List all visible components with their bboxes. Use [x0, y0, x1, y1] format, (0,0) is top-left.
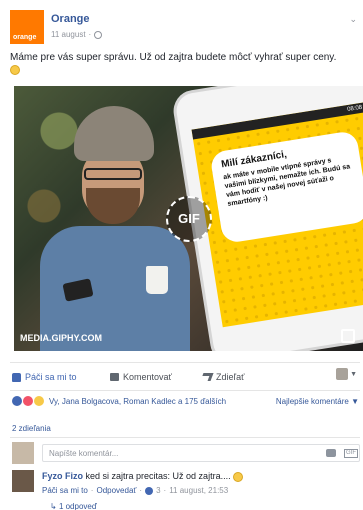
share-label: Zdieľať — [216, 372, 245, 382]
like-reaction-icon — [12, 396, 22, 406]
comment-button[interactable]: Komentovať — [110, 372, 202, 382]
action-bar: Páči sa mi to Komentovať Zdieľať — [12, 370, 362, 384]
comment-reply-link[interactable]: Odpovedať — [96, 486, 136, 495]
thumbs-up-icon — [12, 372, 21, 382]
post-date[interactable]: 11 august — [51, 30, 86, 39]
comment-icon — [110, 373, 119, 381]
orange-logo[interactable]: orange — [10, 10, 44, 44]
open-external-icon[interactable] — [341, 329, 355, 343]
divider — [10, 437, 360, 438]
shares-count[interactable]: 2 zdieľania — [12, 424, 51, 433]
like-count-icon — [145, 486, 154, 495]
separator: · — [90, 486, 94, 495]
globe-icon — [94, 30, 103, 39]
page-name[interactable]: Orange — [51, 13, 90, 25]
post-meta: 11 august · — [51, 30, 103, 39]
commenter-avatar[interactable] — [12, 470, 34, 492]
like-button[interactable]: Páči sa mi to — [12, 372, 110, 382]
giphy-source-label[interactable]: MEDIA.GIPHY.COM — [20, 333, 102, 343]
share-arrow-icon — [200, 373, 214, 381]
gif-play-button[interactable]: GIF — [166, 196, 212, 242]
gif-media[interactable]: 08:08 Milí zákazníci, ak máte v mobile v… — [14, 86, 363, 351]
replies-label: 1 odpoveď — [58, 502, 97, 510]
chevron-down-icon[interactable]: ⌄ — [349, 14, 357, 25]
glasses — [84, 168, 142, 180]
smiley-emoji-icon — [10, 65, 20, 76]
comment-time[interactable]: 11 august, 21:53 — [169, 486, 228, 495]
separator: · — [163, 486, 167, 495]
post-text: Máme pre vás super správu. Už od zajtra … — [10, 51, 358, 77]
divider — [10, 390, 360, 391]
facebook-post: orange Orange 11 august · ⌄ Máme pre vás… — [0, 0, 363, 510]
caret-down-icon: ▼ — [350, 370, 357, 378]
current-user-avatar — [12, 442, 34, 464]
beanie — [74, 106, 154, 161]
comment-author[interactable]: Fyzo Fizo — [42, 471, 83, 481]
love-reaction-icon — [23, 396, 33, 406]
post-message: Máme pre vás super správu. Už od zajtra … — [10, 52, 337, 63]
comment-actions: Páči sa mi to · Odpovedať · 3 · 11 augus… — [42, 486, 228, 495]
comment-like-count[interactable]: 3 — [156, 486, 160, 495]
share-button[interactable]: Zdieľať — [200, 372, 312, 382]
profile-selector[interactable]: ▼ — [336, 368, 357, 380]
profile-avatar — [336, 368, 349, 380]
reactions-summary[interactable]: Vy, Jana Bolgacova, Roman Kadlec a 175 ď… — [12, 395, 226, 407]
comment-text: ked si zajtra precitas: Už od zajtra.... — [85, 471, 231, 481]
view-replies-link[interactable]: ↳ 1 odpoveď — [50, 502, 97, 510]
beard — [86, 188, 140, 224]
meta-separator: · — [88, 30, 92, 39]
haha-reaction-icon — [34, 396, 44, 406]
comment-body: Fyzo Fizo ked si zajtra precitas: Už od … — [42, 471, 244, 482]
phone-screen: 08:08 Milí zákazníci, ak máte v mobile v… — [191, 102, 363, 328]
smiley-emoji-icon — [233, 471, 244, 482]
coffee-cup — [146, 266, 168, 294]
separator: · — [139, 486, 143, 495]
like-label: Páči sa mi to — [25, 372, 77, 382]
comment-sort-dropdown[interactable]: Najlepšie komentáre ▼ — [276, 397, 359, 406]
comment-label: Komentovať — [123, 372, 172, 382]
gif-icon[interactable]: GIF — [344, 449, 358, 458]
caret-down-icon: ▼ — [351, 397, 359, 406]
comment-like-link[interactable]: Páči sa mi to — [42, 486, 88, 495]
divider — [10, 362, 360, 363]
sort-label: Najlepšie komentáre — [275, 397, 349, 406]
logo-text: orange — [13, 34, 37, 41]
reactions-text[interactable]: Vy, Jana Bolgacova, Roman Kadlec a 175 ď… — [49, 397, 226, 406]
comment-input[interactable] — [42, 444, 360, 462]
camera-icon[interactable] — [326, 449, 336, 457]
message-bubble: Milí zákazníci, ak máte v mobile vtipné … — [209, 130, 363, 245]
